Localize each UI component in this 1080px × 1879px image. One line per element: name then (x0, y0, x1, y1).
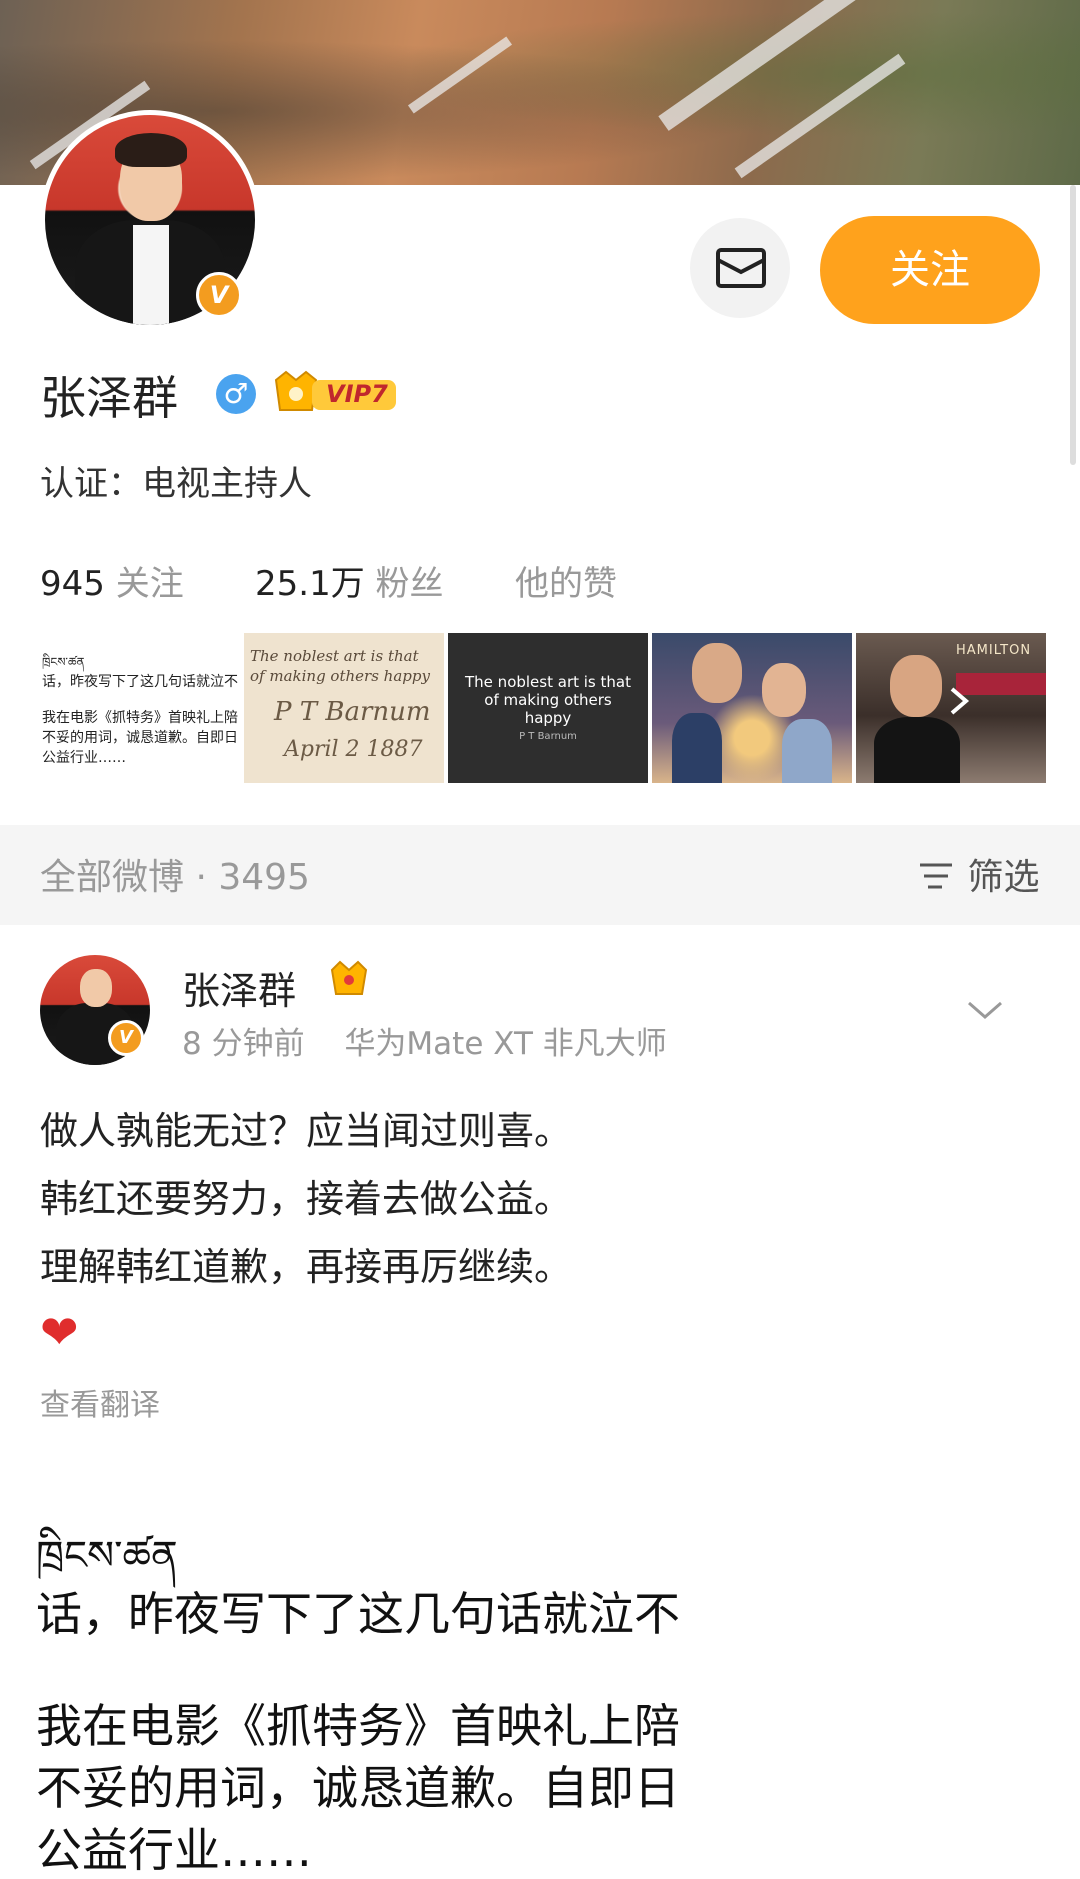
following-label: 关注 (115, 564, 184, 604)
message-button[interactable] (690, 218, 790, 318)
post-text-line: 韩红还要努力，接着去做公益。 (40, 1177, 573, 1221)
fans-stat[interactable]: 25.1万 粉丝 (255, 556, 444, 605)
verified-badge-icon: V (196, 272, 242, 318)
likes-label: 他的赞 (515, 564, 617, 604)
crown-icon (328, 958, 370, 1004)
filter-icon (920, 863, 952, 889)
follow-button[interactable]: 关注 (820, 216, 1040, 324)
photo-thumb[interactable]: HAMILTON (856, 633, 1046, 783)
post-device: 华为Mate XT 非凡大师 (344, 1026, 667, 1062)
post-text-line: 做人孰能无过？应当闻过则喜。 (40, 1109, 573, 1153)
verified-info: 认证：电视主持人 (40, 464, 312, 504)
chevron-down-icon[interactable] (965, 995, 1005, 1029)
following-count: 945 (40, 564, 105, 604)
post-text-line: 理解韩红道歉，再接再厉继续。 (40, 1245, 573, 1289)
all-posts-label[interactable]: 全部微博 · 3495 (40, 848, 310, 900)
filter-button[interactable]: 筛选 (918, 848, 1039, 900)
scrollbar[interactable] (1070, 185, 1076, 465)
profile-name: 张泽群 (40, 371, 178, 425)
post-time: 8 分钟前 (182, 1026, 305, 1062)
fans-label: 粉丝 (375, 564, 444, 604)
post-image[interactable]: ཁྲིངས་ཚན 话，昨夜写下了这几句话就泣不 我在电影《抓特务》首映礼上陪 不… (30, 1490, 710, 1879)
post-meta: 8 分钟前 华为Mate XT 非凡大师 (182, 1018, 667, 1063)
likes-stat[interactable]: 他的赞 (515, 556, 617, 605)
vip-badge[interactable]: VIP7 (272, 370, 400, 416)
photo-thumb[interactable]: The noblest art is that of making others… (244, 633, 444, 783)
filter-label: 筛选 (967, 857, 1040, 898)
verified-badge-icon: V (108, 1020, 144, 1056)
male-icon: ♂ (216, 374, 256, 414)
fans-count: 25.1万 (255, 564, 365, 604)
photo-thumb[interactable]: The noblest art is that of making others… (448, 633, 648, 783)
heart-emoji: ❤ (40, 1305, 79, 1359)
vip-label: VIP7 (326, 380, 388, 408)
chevron-right-icon[interactable] (944, 681, 974, 725)
post-author[interactable]: 张泽群 (182, 960, 296, 1015)
following-stat[interactable]: 945 关注 (40, 556, 184, 605)
message-icon (716, 248, 766, 288)
translate-link[interactable]: 查看翻译 (40, 1380, 160, 1424)
photo-thumb[interactable] (652, 633, 852, 783)
photo-thumb[interactable]: ཁྲིངས་ཚན 话，昨夜写下了这几句话就泣不 我在电影《抓特务》首映礼上陪 不… (40, 633, 240, 783)
